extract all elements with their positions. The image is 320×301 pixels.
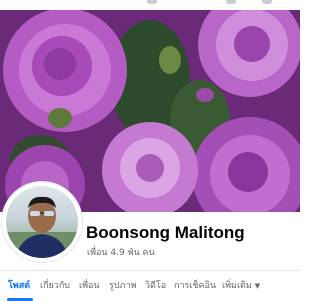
tab-more[interactable]: เพิ่มเติม ▼ xyxy=(222,278,260,292)
top-strip-marker xyxy=(262,0,272,4)
top-strip xyxy=(0,0,300,10)
person-portrait xyxy=(6,196,78,258)
tab-more-label: เพิ่มเติม xyxy=(222,281,252,291)
tab-about[interactable]: เกี่ยวกับ xyxy=(40,278,70,292)
top-strip-marker xyxy=(226,0,236,4)
caret-down-icon: ▼ xyxy=(254,282,261,290)
tab-photos[interactable]: รูปภาพ xyxy=(109,278,136,292)
top-strip-marker xyxy=(147,0,157,4)
cover-photo[interactable] xyxy=(0,0,300,212)
profile-picture[interactable] xyxy=(2,182,82,262)
tab-check-ins[interactable]: การเช็คอิน xyxy=(174,278,216,292)
rose-cover-art xyxy=(0,0,300,212)
profile-tabs: โพสต์ เกี่ยวกับ เพื่อน รูปภาพ วิดีโอ การ… xyxy=(0,270,300,301)
friends-count[interactable]: เพื่อน 4.9 พัน คน xyxy=(87,245,155,259)
tab-friends[interactable]: เพื่อน xyxy=(79,278,100,292)
avatar xyxy=(6,186,78,258)
tab-videos[interactable]: วิดีโอ xyxy=(145,278,166,292)
tab-posts[interactable]: โพสต์ xyxy=(8,278,30,292)
profile-name: Boonsong Malitong xyxy=(86,223,245,242)
